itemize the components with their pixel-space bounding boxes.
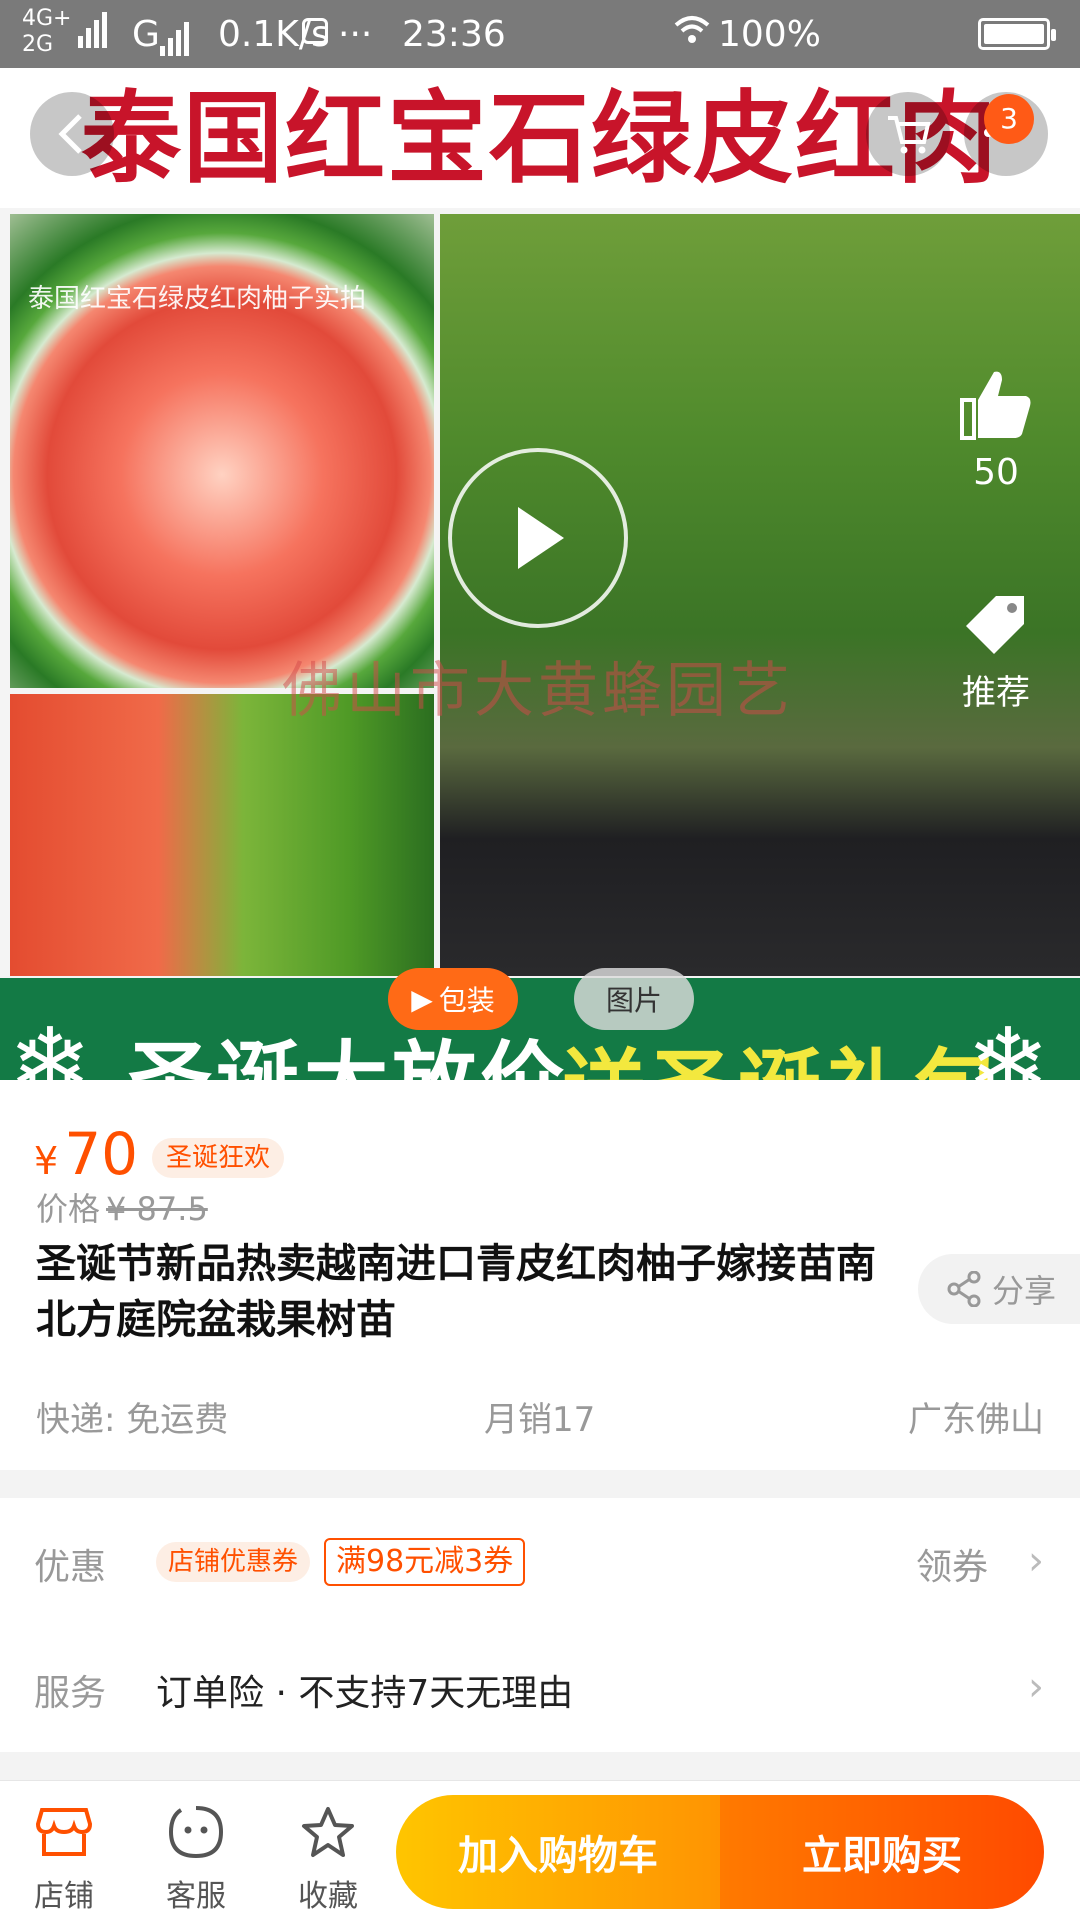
signal-icon-2 — [160, 16, 192, 56]
photo-caption: 泰国红宝石绿皮红肉柚子实拍 — [28, 284, 367, 314]
recommend-label: 推荐 — [962, 673, 1030, 713]
customer-service-tab[interactable]: 客服 — [136, 1801, 256, 1915]
section-divider — [0, 1752, 1080, 1780]
buy-now-button[interactable]: 立即购买 — [720, 1795, 1044, 1909]
cart-icon — [888, 116, 931, 154]
wifi-icon — [674, 14, 710, 54]
chevron-right-icon: › — [1028, 1538, 1044, 1584]
product-info: ¥70 圣诞狂欢 价格 ¥ 87.5 圣诞节新品热卖越南进口青皮红肉柚子嫁接苗南北… — [0, 1080, 1080, 1470]
promo-banner: ❄ 圣诞大放价 送圣诞礼包 ❄ — [0, 978, 1080, 1080]
service-text: 订单险 · 不支持7天无理由 — [156, 1673, 574, 1714]
bottom-action-bar: 店铺 客服 收藏 加入购物车 立即购买 — [0, 1780, 1080, 1921]
play-icon — [518, 507, 564, 569]
more-dots: ··· — [338, 14, 373, 55]
star-icon — [302, 1807, 354, 1857]
promo-tag: 圣诞狂欢 — [152, 1138, 285, 1178]
signal-icon — [78, 8, 110, 48]
banner-right-text: 送圣诞礼包 — [562, 1022, 1002, 1080]
thumbs-up-icon — [960, 371, 1031, 440]
coupon-offer: 满98元减3券 — [324, 1538, 526, 1586]
status-bar: 4G+ 2G G 0.1K/s ··· 23:36 100% — [0, 0, 1080, 68]
watermark: 佛山市大黄蜂园艺 — [282, 656, 794, 726]
favorite-tab[interactable]: 收藏 — [268, 1801, 388, 1915]
play-video-button[interactable] — [448, 448, 628, 628]
support-label: 客服 — [166, 1879, 226, 1914]
like-button[interactable]: 50 — [948, 366, 1044, 493]
favorite-label: 收藏 — [298, 1879, 358, 1914]
discount-row[interactable]: 优惠 店铺优惠券 满98元减3券 领券 › — [0, 1498, 1080, 1626]
snowflake-icon: ❄ — [8, 1006, 92, 1080]
cart-button[interactable] — [866, 92, 950, 176]
store-coupon-tag: 店铺优惠券 — [156, 1542, 311, 1582]
service-row[interactable]: 服务 订单险 · 不支持7天无理由 › — [0, 1624, 1080, 1752]
current-price: ¥70 — [34, 1120, 138, 1188]
cart-count-badge: 3 — [984, 94, 1034, 144]
original-price: 价格 ¥ 87.5 — [36, 1190, 208, 1228]
like-count: 50 — [973, 452, 1019, 493]
media-tab-photo[interactable]: 图片 — [574, 968, 694, 1030]
share-button[interactable]: 分享 — [918, 1254, 1080, 1324]
battery-percent: 100% — [718, 14, 821, 55]
service-label: 服务 — [34, 1673, 107, 1714]
snowflake-icon: ❄ — [966, 1006, 1050, 1080]
shipping-info: 快递: 免运费 — [36, 1400, 229, 1440]
support-face-icon — [168, 1806, 224, 1859]
network-type-1: 4G+ 2G — [22, 6, 72, 57]
pomelo-photo — [10, 694, 434, 976]
recommend-button[interactable]: 推荐 — [946, 592, 1046, 714]
store-icon — [36, 1808, 92, 1856]
ship-location: 广东佛山 — [908, 1400, 1044, 1440]
shop-tab[interactable]: 店铺 — [4, 1801, 124, 1915]
monthly-sales: 月销17 — [484, 1400, 596, 1440]
product-title: 圣诞节新品热卖越南进口青皮红肉柚子嫁接苗南北方庭院盆栽果树苗 — [36, 1241, 876, 1343]
play-small-icon: ▶ — [411, 982, 433, 1016]
battery-icon — [978, 18, 1056, 50]
chevron-right-icon: › — [1028, 1664, 1044, 1710]
section-divider — [0, 1470, 1080, 1498]
get-coupon-link[interactable]: 领券 — [916, 1538, 988, 1590]
app-notification-icon — [302, 18, 328, 44]
tag-icon — [966, 596, 1024, 654]
media-tab-video[interactable]: ▶ 包装 — [388, 968, 518, 1030]
shop-label: 店铺 — [34, 1879, 94, 1914]
add-to-cart-button[interactable]: 加入购物车 — [396, 1795, 720, 1909]
clock: 23:36 — [402, 14, 506, 55]
share-icon — [947, 1271, 981, 1307]
back-button[interactable] — [30, 92, 114, 176]
back-arrow-icon — [58, 114, 82, 154]
discount-label: 优惠 — [34, 1547, 107, 1588]
carrier-label: G — [132, 14, 160, 55]
